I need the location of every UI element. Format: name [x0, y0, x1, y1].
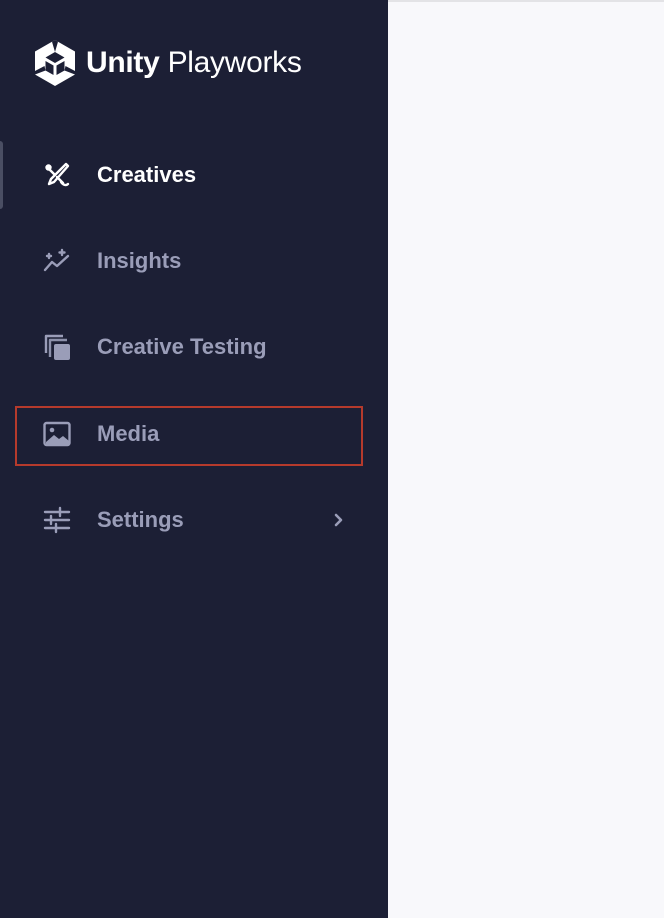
sparkle-trend-icon: [40, 244, 74, 278]
image-icon: [40, 417, 74, 451]
brand-name: Unity Playworks: [86, 38, 302, 88]
sidebar: Unity Playworks Creatives Insights Creat…: [0, 0, 388, 918]
sidebar-item-label: Settings: [97, 507, 184, 532]
sidebar-item-media[interactable]: Media: [0, 406, 388, 462]
sliders-icon: [40, 503, 74, 537]
sidebar-item-label: Media: [97, 421, 160, 446]
sidebar-item-settings[interactable]: Settings: [0, 492, 388, 548]
unity-cube-icon: [35, 40, 75, 86]
pen-brush-icon: [40, 158, 74, 192]
content-top-border: [388, 0, 664, 2]
sidebar-item-creative-testing[interactable]: Creative Testing: [0, 319, 388, 375]
sidebar-item-insights[interactable]: Insights: [0, 233, 388, 289]
sidebar-item-label: Insights: [97, 248, 182, 273]
sidebar-item-creatives[interactable]: Creatives: [0, 147, 388, 203]
brand-logo[interactable]: Unity Playworks: [32, 38, 302, 88]
sidebar-item-label: Creatives: [97, 162, 197, 187]
brand-name-light: Playworks: [167, 46, 302, 79]
sidebar-item-label: Creative Testing: [97, 334, 267, 359]
brand-name-bold: Unity: [86, 46, 160, 79]
chevron-right-icon[interactable]: [326, 508, 350, 532]
stacked-copies-icon: [40, 330, 74, 364]
